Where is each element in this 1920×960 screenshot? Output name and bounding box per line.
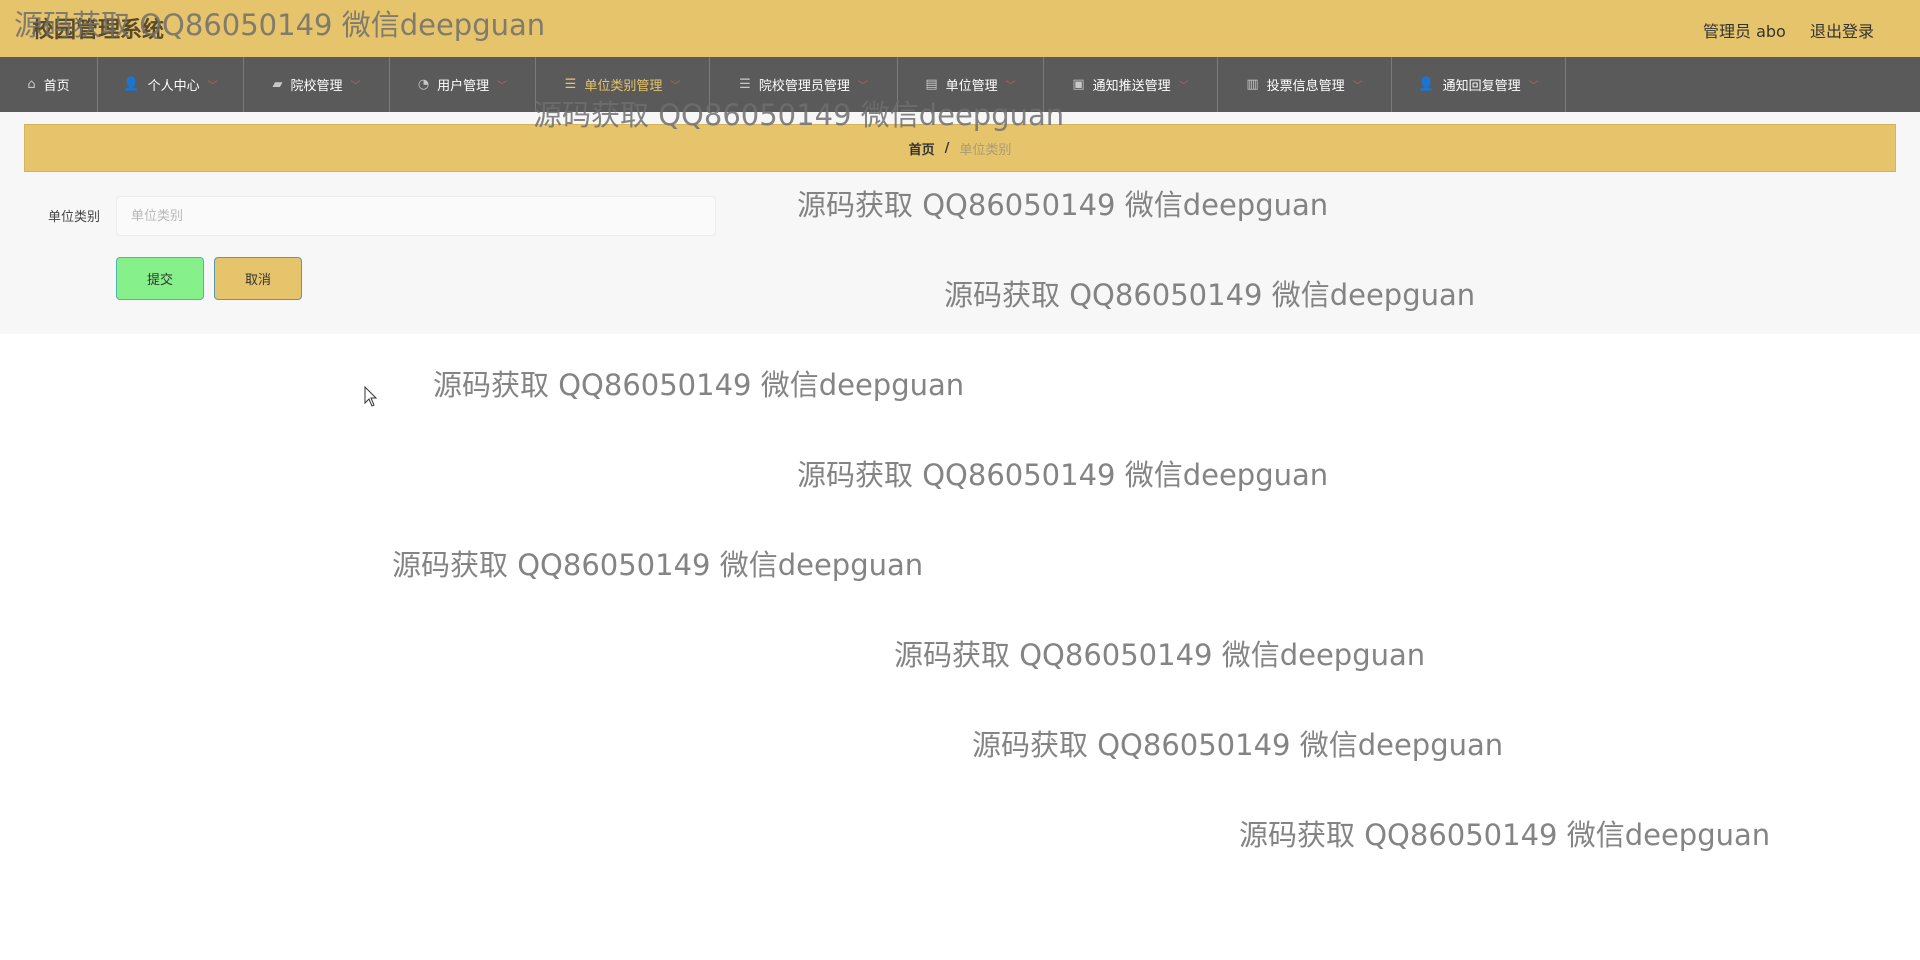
chart-icon: ▤	[925, 77, 938, 92]
briefcase-icon: ▣	[1072, 77, 1085, 92]
nav-item-label: 个人中心	[147, 79, 200, 94]
nav-item-notification-push-management[interactable]: ▣ 通知推送管理 ﹀	[1044, 57, 1218, 112]
chevron-down-icon: ﹀	[1528, 81, 1539, 92]
chevron-down-icon: ﹀	[1178, 81, 1189, 92]
watermark-text: 源码获取 QQ86050149 微信deepguan	[392, 548, 924, 582]
bar-chart-icon: ▥	[1246, 77, 1259, 92]
nav-item-home[interactable]: ⌂ 首页	[0, 57, 98, 112]
chevron-down-icon: ﹀	[670, 81, 681, 92]
nav-item-label: 院校管理员管理	[758, 79, 850, 94]
cancel-button[interactable]: 取消	[214, 257, 302, 300]
watermark-text: 源码获取 QQ86050149 微信deepguan	[972, 728, 1504, 762]
chevron-down-icon: ﹀	[1352, 81, 1363, 92]
chevron-down-icon: ﹀	[207, 81, 218, 92]
nav-item-unit-category-management[interactable]: ☰ 单位类别管理 ﹀	[536, 57, 710, 112]
current-user-label: 管理员 abo	[1703, 22, 1786, 41]
chevron-down-icon: ﹀	[497, 81, 508, 92]
breadcrumb-separator: /	[944, 140, 950, 156]
logout-link[interactable]: 退出登录	[1810, 18, 1874, 42]
nav-item-label: 通知回复管理	[1442, 79, 1521, 94]
unit-category-input[interactable]	[116, 196, 716, 236]
nav-item-label: 院校管理	[290, 79, 343, 94]
user-icon: 👤	[123, 77, 140, 92]
list-icon: ☰	[739, 77, 751, 92]
app-title: 校园管理系统	[32, 18, 165, 43]
mouse-pointer-icon	[364, 386, 378, 407]
submit-button[interactable]: 提交	[116, 257, 204, 300]
ticket-icon: ▰	[272, 77, 283, 92]
main-content: 首页 / 单位类别 单位类别 提交 取消	[0, 112, 1920, 334]
watermark-text: 源码获取 QQ86050149 微信deepguan	[433, 368, 965, 402]
nav-item-personal-center[interactable]: 👤 个人中心 ﹀	[98, 57, 244, 112]
nav-item-notification-reply-management[interactable]: 👤 通知回复管理 ﹀	[1392, 57, 1566, 112]
chevron-down-icon: ﹀	[857, 81, 868, 92]
nav-item-school-admin-management[interactable]: ☰ 院校管理员管理 ﹀	[710, 57, 898, 112]
chevron-down-icon: ﹀	[1005, 81, 1016, 92]
nav-item-vote-info-management[interactable]: ▥ 投票信息管理 ﹀	[1218, 57, 1392, 112]
chevron-down-icon: ﹀	[350, 81, 361, 92]
unit-category-label: 单位类别	[48, 210, 101, 225]
home-icon: ⌂	[27, 77, 36, 92]
dashboard-icon: ◔	[417, 77, 430, 92]
nav-item-label: 用户管理	[437, 79, 490, 94]
watermark-text: 源码获取 QQ86050149 微信deepguan	[797, 458, 1329, 492]
watermark-text: 源码获取 QQ86050149 微信deepguan	[1239, 818, 1771, 852]
top-header: 校园管理系统 管理员 abo 退出登录	[0, 0, 1920, 57]
nav-item-label: 单位类别管理	[584, 79, 663, 94]
nav-item-label: 单位管理	[945, 79, 998, 94]
breadcrumb-current: 单位类别	[959, 142, 1012, 158]
breadcrumb: 首页 / 单位类别	[24, 124, 1896, 172]
list-icon: ☰	[564, 77, 577, 92]
nav-item-unit-management[interactable]: ▤ 单位管理 ﹀	[898, 57, 1044, 112]
nav-item-user-management[interactable]: ◔ 用户管理 ﹀	[390, 57, 536, 112]
watermark-text: 源码获取 QQ86050149 微信deepguan	[894, 638, 1426, 672]
breadcrumb-home-link[interactable]: 首页	[909, 139, 935, 158]
nav-item-school-management[interactable]: ▰ 院校管理 ﹀	[244, 57, 390, 112]
nav-item-label: 首页	[43, 79, 70, 94]
nav-item-label: 通知推送管理	[1092, 79, 1171, 94]
nav-item-label: 投票信息管理	[1266, 79, 1345, 94]
user-icon: 👤	[1418, 77, 1435, 92]
main-nav: ⌂ 首页 👤 个人中心 ﹀ ▰ 院校管理 ﹀ ◔ 用户管理 ﹀ ☰ 单位类别管理…	[0, 57, 1920, 112]
